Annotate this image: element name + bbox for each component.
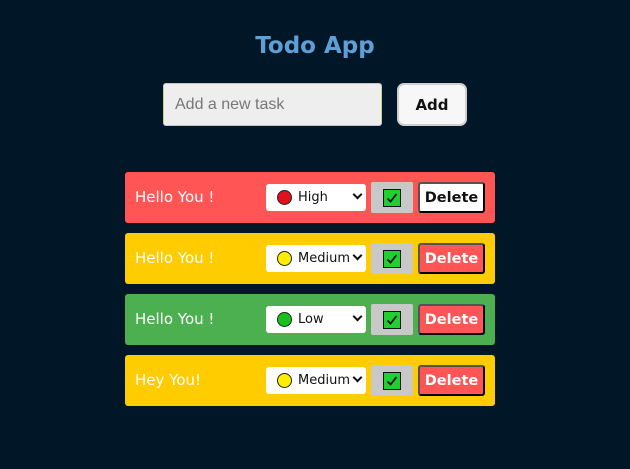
- checkbox-checked-icon: [383, 189, 401, 207]
- chevron-down-icon: [352, 189, 363, 200]
- priority-label: Medium: [298, 251, 350, 266]
- todo-item: Hello You ! Medium Delete: [125, 233, 495, 284]
- checkbox-checked-icon: [383, 250, 401, 268]
- todo-text: Hello You !: [135, 188, 215, 206]
- complete-toggle[interactable]: [371, 365, 413, 396]
- priority-dot-icon: [277, 190, 292, 205]
- priority-select[interactable]: Medium: [266, 245, 366, 272]
- chevron-down-icon: [352, 250, 363, 261]
- complete-toggle[interactable]: [371, 243, 413, 274]
- add-task-button[interactable]: Add: [397, 83, 467, 126]
- delete-button[interactable]: Delete: [418, 365, 485, 396]
- priority-dot-icon: [277, 312, 292, 327]
- new-task-input[interactable]: [163, 83, 382, 126]
- priority-dot-icon: [277, 251, 292, 266]
- priority-select[interactable]: Low: [266, 306, 366, 333]
- checkbox-checked-icon: [383, 372, 401, 390]
- priority-label: Medium: [298, 373, 350, 388]
- complete-toggle[interactable]: [371, 182, 413, 213]
- priority-dot-icon: [277, 373, 292, 388]
- chevron-down-icon: [352, 311, 363, 322]
- priority-select[interactable]: High: [266, 184, 366, 211]
- todo-item: Hey You! Medium Delete: [125, 355, 495, 406]
- page-title: Todo App: [255, 33, 375, 59]
- delete-button[interactable]: Delete: [418, 304, 485, 335]
- todo-text: Hello You !: [135, 310, 215, 328]
- todo-list: Hello You ! High Delete Hello You ! Medi…: [125, 172, 495, 416]
- checkbox-checked-icon: [383, 311, 401, 329]
- todo-text: Hello You !: [135, 249, 215, 267]
- todo-item: Hello You ! High Delete: [125, 172, 495, 223]
- todo-item: Hello You ! Low Delete: [125, 294, 495, 345]
- delete-button[interactable]: Delete: [418, 182, 485, 213]
- complete-toggle[interactable]: [371, 304, 413, 335]
- priority-label: High: [298, 190, 328, 205]
- todo-text: Hey You!: [135, 371, 202, 389]
- delete-button[interactable]: Delete: [418, 243, 485, 274]
- chevron-down-icon: [352, 372, 363, 383]
- priority-select[interactable]: Medium: [266, 367, 366, 394]
- priority-label: Low: [298, 312, 324, 327]
